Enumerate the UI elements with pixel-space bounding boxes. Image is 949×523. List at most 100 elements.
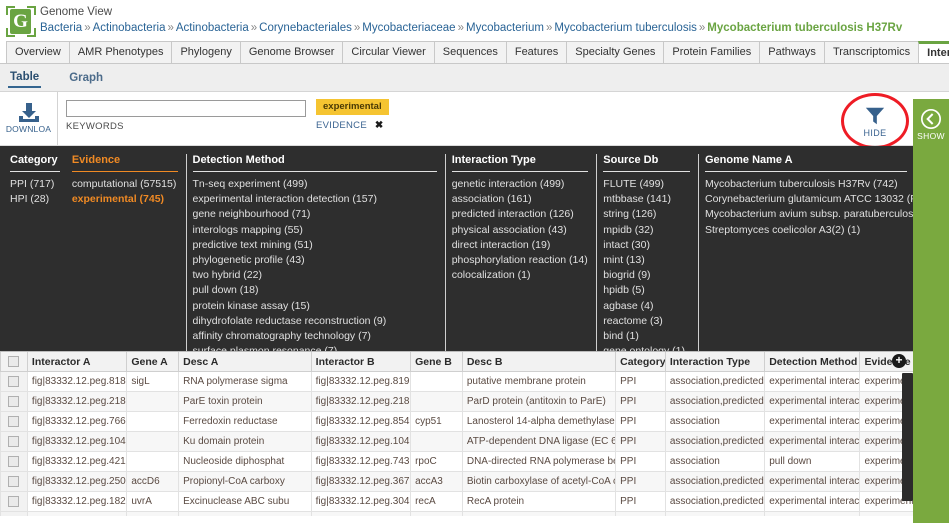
hide-filters-button[interactable]: HIDE xyxy=(843,95,907,147)
table-row[interactable]: fig|83332.12.peg.2358 Prokaryotic ubiquit… xyxy=(0,511,913,516)
facet-header-detection-method[interactable]: Detection Method xyxy=(192,154,437,172)
breadcrumb-item-3[interactable]: Corynebacteriales xyxy=(259,22,352,34)
select-all-header[interactable] xyxy=(0,352,28,372)
facet-item-source-db-6[interactable]: biogrid (9) xyxy=(603,268,690,283)
facet-header-evidence[interactable]: Evidence xyxy=(71,154,178,172)
row-select-cell[interactable] xyxy=(0,411,28,432)
table-row[interactable]: fig|83332.12.peg.2505 accD6 Propionyl-CoA … xyxy=(0,471,913,492)
facet-item-interaction-type-2[interactable]: predicted interaction (126) xyxy=(452,207,589,222)
tab-overview[interactable]: Overview xyxy=(6,41,70,63)
row-checkbox[interactable] xyxy=(8,416,20,427)
facet-item-evidence-0[interactable]: computational (57515) xyxy=(72,177,178,192)
column-header-category[interactable]: Category xyxy=(615,352,666,372)
table-row[interactable]: fig|83332.12.peg.818 sigL RNA polymerase s… xyxy=(0,371,913,392)
row-checkbox[interactable] xyxy=(8,396,20,407)
column-header-detection-method[interactable]: Detection Method xyxy=(764,352,861,372)
table-row[interactable]: fig|83332.12.peg.2187 ParE toxin protein f… xyxy=(0,391,913,412)
tab-circular-viewer[interactable]: Circular Viewer xyxy=(342,41,435,63)
facet-item-interaction-type-4[interactable]: direct interaction (19) xyxy=(452,238,589,253)
tab-pathways[interactable]: Pathways xyxy=(759,41,825,63)
column-header-gene-b[interactable]: Gene B xyxy=(410,352,463,372)
facet-item-source-db-10[interactable]: bind (1) xyxy=(603,329,690,344)
facet-item-source-db-1[interactable]: mtbbase (141) xyxy=(603,192,690,207)
filter-chip-evidence[interactable]: experimental xyxy=(316,99,389,115)
facet-item-source-db-4[interactable]: intact (30) xyxy=(603,238,690,253)
facet-header-genome-name-a[interactable]: Genome Name A xyxy=(705,154,907,172)
column-header-desc-b[interactable]: Desc B xyxy=(461,352,617,372)
row-select-cell[interactable] xyxy=(0,371,28,392)
facet-item-genome-name-a-0[interactable]: Mycobacterium tuberculosis H37Rv (742) xyxy=(705,177,907,192)
row-checkbox[interactable] xyxy=(8,376,20,387)
tab-interactions[interactable]: Interactions xyxy=(918,41,949,63)
download-button[interactable]: DOWNLOA xyxy=(0,92,58,145)
row-checkbox[interactable] xyxy=(8,456,20,467)
facet-item-interaction-type-0[interactable]: genetic interaction (499) xyxy=(452,177,589,192)
row-checkbox[interactable] xyxy=(8,436,20,447)
facet-item-source-db-2[interactable]: string (126) xyxy=(603,207,690,222)
facet-item-evidence-1[interactable]: experimental (745) xyxy=(72,192,178,207)
facet-item-category-1[interactable]: HPI (28) xyxy=(10,192,60,207)
table-row[interactable]: fig|83332.12.peg.1045 Ku domain protein fi… xyxy=(0,431,913,452)
column-header-desc-a[interactable]: Desc A xyxy=(178,352,312,372)
breadcrumb-item-5[interactable]: Mycobacterium xyxy=(466,22,544,34)
facet-item-interaction-type-5[interactable]: phosphorylation reaction (14) xyxy=(452,253,589,268)
tab-phylogeny[interactable]: Phylogeny xyxy=(171,41,241,63)
facet-item-source-db-8[interactable]: agbase (4) xyxy=(603,299,690,314)
facet-item-interaction-type-3[interactable]: physical association (43) xyxy=(452,223,589,238)
facet-item-detection-method-5[interactable]: phylogenetic profile (43) xyxy=(193,253,437,268)
tab-genome-browser[interactable]: Genome Browser xyxy=(239,41,344,63)
facet-item-interaction-type-1[interactable]: association (161) xyxy=(452,192,589,207)
facet-item-detection-method-4[interactable]: predictive text mining (51) xyxy=(193,238,437,253)
row-checkbox[interactable] xyxy=(8,496,20,507)
facet-header-interaction-type[interactable]: Interaction Type xyxy=(451,154,589,172)
facet-item-source-db-3[interactable]: mpidb (32) xyxy=(603,223,690,238)
tab-features[interactable]: Features xyxy=(505,41,568,63)
facet-header-source-db[interactable]: Source Db xyxy=(603,154,690,172)
facet-item-source-db-5[interactable]: mint (13) xyxy=(603,253,690,268)
column-header-interaction-type[interactable]: Interaction Type xyxy=(664,352,766,372)
breadcrumb-item-4[interactable]: Mycobacteriaceae xyxy=(362,22,455,34)
row-checkbox[interactable] xyxy=(8,476,20,487)
facet-item-detection-method-10[interactable]: affinity chromatography technology (7) xyxy=(193,329,437,344)
table-row[interactable]: fig|83332.12.peg.1824 uvrA Excinuclease AB… xyxy=(0,491,913,512)
breadcrumb-item-0[interactable]: Bacteria xyxy=(40,22,82,34)
tab-transcriptomics[interactable]: Transcriptomics xyxy=(823,41,920,63)
column-header-interactor-b[interactable]: Interactor B xyxy=(310,352,412,372)
facet-item-detection-method-3[interactable]: interologs mapping (55) xyxy=(193,223,437,238)
subtab-graph[interactable]: Graph xyxy=(67,68,105,87)
facet-item-detection-method-0[interactable]: Tn-seq experiment (499) xyxy=(193,177,437,192)
facet-item-category-0[interactable]: PPI (717) xyxy=(10,177,60,192)
facet-item-source-db-7[interactable]: hpidb (5) xyxy=(603,283,690,298)
facet-item-interaction-type-6[interactable]: colocalization (1) xyxy=(452,268,589,283)
table-row[interactable]: fig|83332.12.peg.766 Ferredoxin reductase… xyxy=(0,411,913,432)
close-icon[interactable]: ✖ xyxy=(375,120,384,131)
row-select-cell[interactable] xyxy=(0,391,28,412)
facet-item-detection-method-6[interactable]: two hybrid (22) xyxy=(193,268,437,283)
show-side-panel-button[interactable]: SHOW xyxy=(913,99,949,523)
facet-item-source-db-0[interactable]: FLUTE (499) xyxy=(603,177,690,192)
row-select-cell[interactable] xyxy=(0,511,28,516)
tab-sequences[interactable]: Sequences xyxy=(433,41,507,63)
facet-item-genome-name-a-1[interactable]: Corynebacterium glutamicum ATCC 13032 (P… xyxy=(705,192,913,207)
facet-item-detection-method-7[interactable]: pull down (18) xyxy=(193,283,437,298)
facet-item-detection-method-9[interactable]: dihydrofolate reductase reconstruction (… xyxy=(193,314,437,329)
column-header-interactor-a[interactable]: Interactor A xyxy=(26,352,128,372)
table-row[interactable]: fig|83332.12.peg.4219 Nucleoside diphosph… xyxy=(0,451,913,472)
select-all-checkbox[interactable] xyxy=(8,356,20,367)
row-select-cell[interactable] xyxy=(0,471,28,492)
facet-item-detection-method-2[interactable]: gene neighbourhood (71) xyxy=(193,207,437,222)
facet-item-genome-name-a-3[interactable]: Streptomyces coelicolor A3(2) (1) xyxy=(705,223,907,238)
breadcrumb-item-1[interactable]: Actinobacteria xyxy=(93,22,166,34)
table-vertical-scrollbar[interactable] xyxy=(902,373,913,501)
facet-item-detection-method-11[interactable]: surface plasmon resonance (7) xyxy=(193,344,437,351)
breadcrumb-item-6[interactable]: Mycobacterium tuberculosis xyxy=(554,22,697,34)
facet-header-category[interactable]: Category xyxy=(10,154,60,172)
breadcrumb-item-2[interactable]: Actinobacteria xyxy=(176,22,249,34)
search-input[interactable] xyxy=(66,100,306,117)
row-select-cell[interactable] xyxy=(0,491,28,512)
facet-item-detection-method-1[interactable]: experimental interaction detection (157) xyxy=(193,192,437,207)
facet-item-genome-name-a-2[interactable]: Mycobacterium avium subsp. paratuberculo… xyxy=(705,207,913,222)
row-select-cell[interactable] xyxy=(0,451,28,472)
tab-protein-families[interactable]: Protein Families xyxy=(663,41,761,63)
tab-amr-phenotypes[interactable]: AMR Phenotypes xyxy=(68,41,173,63)
